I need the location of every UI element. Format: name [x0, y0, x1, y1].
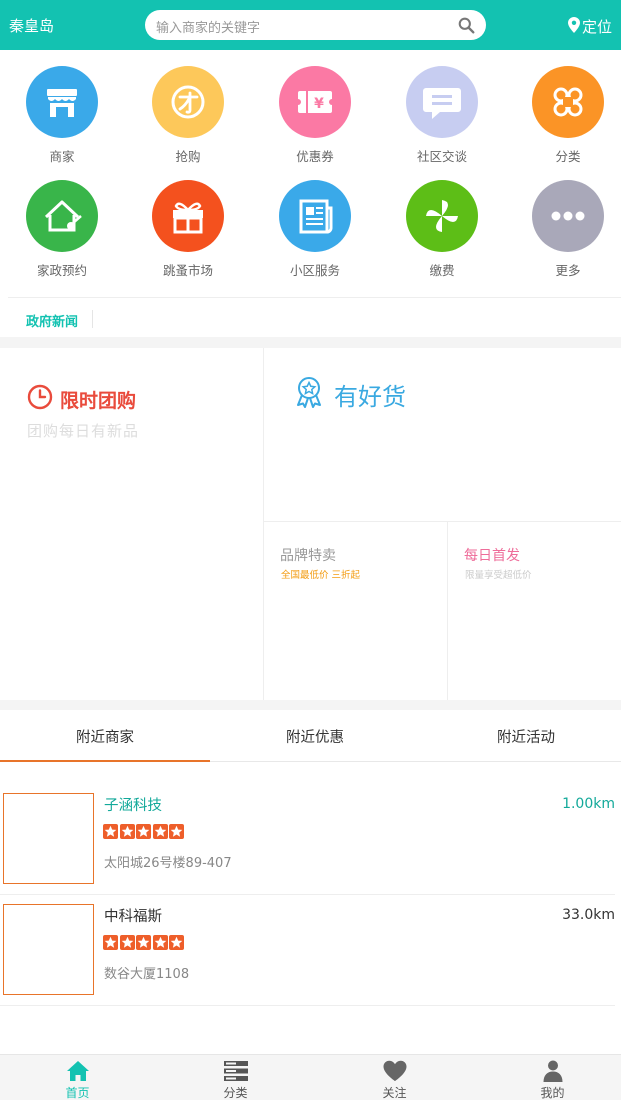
- star-icon: [103, 935, 118, 950]
- merchant-list-item[interactable]: 子涵科技 1.00km 太阳城26号楼89-407: [0, 793, 621, 904]
- flash-sale-title: 限时团购: [60, 390, 137, 412]
- star-icon: [136, 824, 151, 839]
- grid-item-newspaper[interactable]: 小区服务: [260, 180, 370, 290]
- section-gap: [0, 700, 621, 710]
- nav-home[interactable]: 首页: [0, 1055, 155, 1100]
- location-pin-icon[interactable]: [568, 17, 580, 33]
- merchant-list-item[interactable]: 中科福斯 33.0km 数谷大厦1108: [0, 904, 621, 1015]
- store-icon: [26, 66, 98, 138]
- grid-item-label: 抢购: [175, 149, 201, 164]
- star-icon: [152, 824, 168, 839]
- more-icon: [532, 180, 604, 252]
- star-icon: [152, 935, 168, 950]
- nearby-tabs: 附近商家 附近优惠 附近活动: [0, 710, 621, 762]
- grid-item-store[interactable]: 商家: [7, 66, 117, 176]
- nav-follow-label: 关注: [382, 1086, 407, 1100]
- grid-item-coupon[interactable]: ¥ 优惠券: [260, 66, 370, 176]
- merchant-address: 数谷大厦1108: [104, 967, 190, 982]
- nav-category[interactable]: 分类: [158, 1055, 313, 1100]
- coupon-icon: ¥: [279, 66, 351, 138]
- grid-item-label: 社区交谈: [416, 149, 467, 164]
- star-icon: [119, 824, 135, 839]
- star-icon: [103, 824, 118, 839]
- search-icon[interactable]: [458, 17, 475, 34]
- brand-sale-card[interactable]: 品牌特卖 全国最低价 三折起: [264, 522, 448, 700]
- flash-sale-card[interactable]: 限时团购 团购每日有新品: [0, 348, 264, 700]
- grid-item-label: 分类: [555, 149, 581, 164]
- daily-launch-title: 每日首发: [464, 548, 520, 564]
- news-label[interactable]: 政府新闻: [26, 311, 78, 330]
- bottom-nav: 首页 分类 关注 我的: [0, 1054, 621, 1100]
- grid-item-label: 跳蚤市场: [162, 263, 213, 278]
- grid-item-label: 家政预约: [36, 263, 87, 278]
- grid-item-category[interactable]: 分类: [513, 66, 621, 176]
- list-divider: [0, 894, 615, 895]
- pinwheel-icon: [406, 180, 478, 252]
- clock-icon: [27, 384, 53, 410]
- category-icon: [532, 66, 604, 138]
- housekeeping-icon: [26, 180, 98, 252]
- grid-item-gift[interactable]: 跳蚤市场: [133, 180, 243, 290]
- heart-icon: [383, 1060, 407, 1081]
- star-icon: [136, 935, 151, 950]
- grid-item-label: 商家: [49, 149, 75, 164]
- grid-item-label: 缴费: [429, 263, 455, 278]
- nav-follow[interactable]: 关注: [317, 1055, 472, 1100]
- tab-nearby-events[interactable]: 附近活动: [421, 710, 621, 762]
- merchant-name[interactable]: 子涵科技: [104, 794, 162, 815]
- daily-launch-subtitle: 限量享受超低价: [465, 570, 532, 581]
- merchant-distance: 33.0km: [562, 907, 615, 923]
- locate-button[interactable]: 定位: [582, 16, 612, 37]
- city-selector[interactable]: 秦皇岛: [9, 15, 54, 36]
- merchant-distance: 1.00km: [562, 796, 615, 812]
- promo-panel: 限时团购 团购每日有新品 有好货 品牌特卖 全国最低价 三折起 每日首发 限量享…: [0, 348, 621, 700]
- svg-text:¥: ¥: [314, 96, 324, 112]
- search-input[interactable]: 输入商家的关键字: [156, 17, 260, 36]
- list-divider: [0, 1005, 615, 1006]
- medal-icon: [297, 377, 321, 408]
- tab-nearby-merchants[interactable]: 附近商家: [0, 710, 210, 762]
- news-bar[interactable]: 政府新闻: [8, 297, 621, 337]
- grid-item-chat[interactable]: 社区交谈: [387, 66, 497, 176]
- brand-sale-subtitle: 全国最低价 三折起: [281, 570, 361, 581]
- list-icon: [224, 1061, 248, 1081]
- news-divider: [92, 310, 93, 328]
- grid-item-label: 优惠券: [296, 149, 334, 164]
- grid-item-label: 小区服务: [289, 263, 340, 278]
- merchant-thumbnail[interactable]: [3, 904, 94, 995]
- chat-icon: [406, 66, 478, 138]
- grid-item-label: 更多: [555, 263, 581, 278]
- tab-nearby-deals[interactable]: 附近优惠: [210, 710, 420, 762]
- home-icon: [67, 1061, 89, 1081]
- nav-profile[interactable]: 我的: [475, 1055, 621, 1100]
- section-gap: [0, 337, 621, 348]
- newspaper-icon: [279, 180, 351, 252]
- grid-item-housekeeping[interactable]: 家政预约: [7, 180, 117, 290]
- good-goods-title: 有好货: [334, 383, 406, 411]
- nav-home-label: 首页: [65, 1086, 90, 1100]
- grid-item-rush-buy[interactable]: 抢购: [133, 66, 243, 176]
- merchant-name[interactable]: 中科福斯: [104, 905, 162, 926]
- rating-stars: [103, 824, 185, 839]
- user-icon: [543, 1060, 563, 1082]
- grid-item-pinwheel[interactable]: 缴费: [387, 180, 497, 290]
- star-icon: [169, 935, 184, 950]
- star-icon: [169, 824, 184, 839]
- nav-profile-label: 我的: [540, 1086, 565, 1100]
- grid-item-more[interactable]: 更多: [513, 180, 621, 290]
- rush-buy-icon: [152, 66, 224, 138]
- merchant-thumbnail[interactable]: [3, 793, 94, 884]
- good-goods-card[interactable]: 有好货: [264, 348, 621, 522]
- rating-stars: [103, 935, 185, 950]
- daily-launch-card[interactable]: 每日首发 限量享受超低价: [448, 522, 621, 700]
- top-header: 秦皇岛 输入商家的关键字 定位: [0, 0, 621, 50]
- merchant-address: 太阳城26号楼89-407: [104, 856, 232, 871]
- search-box[interactable]: 输入商家的关键字: [145, 10, 486, 40]
- star-icon: [119, 935, 135, 950]
- brand-sale-title: 品牌特卖: [280, 548, 336, 564]
- gift-icon: [152, 180, 224, 252]
- flash-sale-subtitle: 团购每日有新品: [27, 422, 140, 440]
- nav-category-label: 分类: [223, 1086, 248, 1100]
